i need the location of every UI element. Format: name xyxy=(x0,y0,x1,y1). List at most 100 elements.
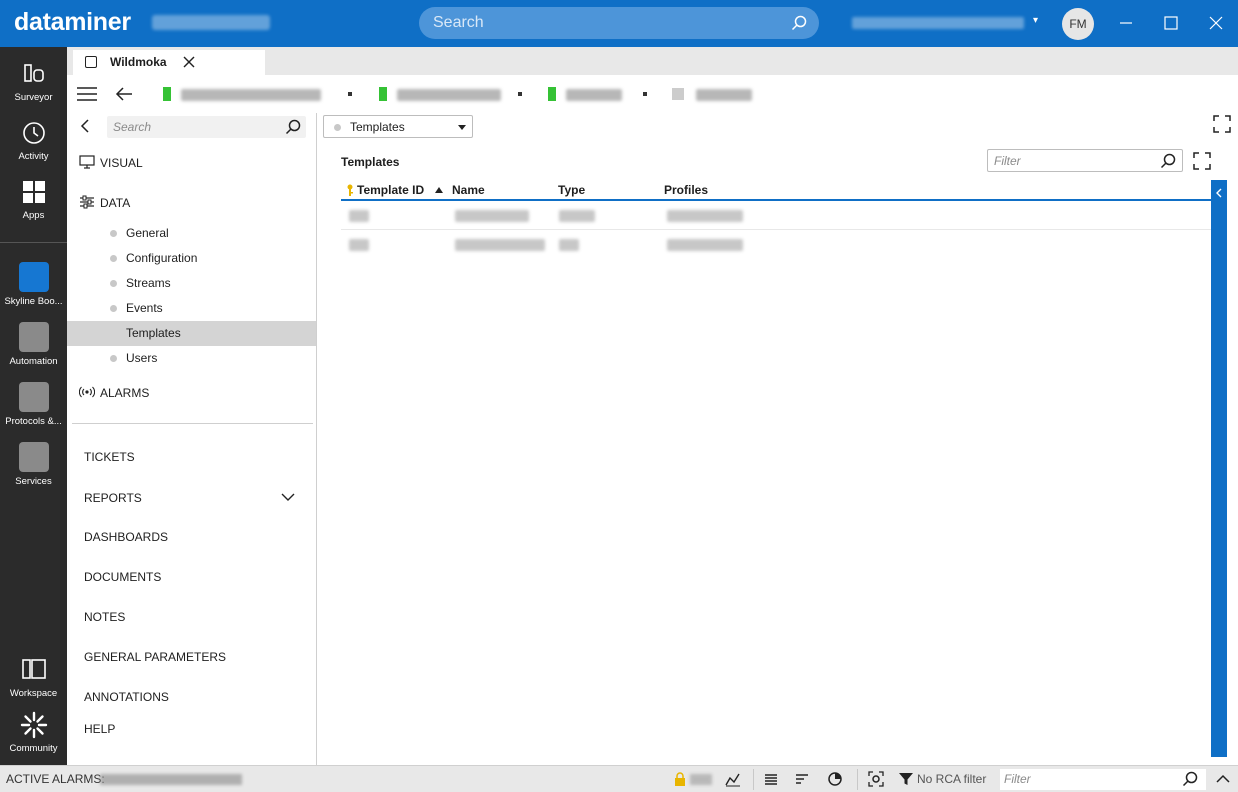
caret-down-icon xyxy=(458,125,466,130)
side-search[interactable] xyxy=(107,116,306,138)
module-tickets[interactable]: TICKETS xyxy=(84,450,135,464)
rail-item-surveyor[interactable]: Surveyor xyxy=(0,60,67,103)
breadcrumb-item[interactable] xyxy=(672,87,762,101)
module-general-parameters[interactable]: GENERAL PARAMETERS xyxy=(84,650,226,664)
maximize-icon[interactable] xyxy=(1160,12,1182,34)
user-menu-caret-icon[interactable]: ▾ xyxy=(1033,15,1038,26)
data-item-configuration[interactable]: Configuration xyxy=(67,246,316,271)
bullet-icon xyxy=(110,230,117,237)
context-name-redacted xyxy=(152,15,270,30)
rail-item-workspace[interactable]: Workspace xyxy=(0,656,67,699)
side-search-input[interactable] xyxy=(113,119,273,135)
table-filter-input[interactable] xyxy=(994,153,1154,169)
search-icon[interactable] xyxy=(285,119,301,135)
minimize-icon[interactable] xyxy=(1115,12,1137,34)
rail-item-protocols[interactable]: Protocols &... xyxy=(0,382,67,427)
collapsed-panel-handle[interactable] xyxy=(1211,180,1227,757)
rail-label: Workspace xyxy=(9,688,58,699)
services-icon xyxy=(18,442,49,472)
data-item-streams[interactable]: Streams xyxy=(67,271,316,296)
data-item-label: Events xyxy=(126,301,163,315)
rail-label: Automation xyxy=(9,356,58,367)
breadcrumb-text-redacted xyxy=(566,89,622,101)
section-label: ALARMS xyxy=(100,386,150,400)
rail-item-apps[interactable]: Apps xyxy=(0,178,67,221)
table-row[interactable] xyxy=(341,201,1211,230)
data-item-general[interactable]: General xyxy=(67,221,316,246)
rail-item-skyline-booking[interactable]: Skyline Boo... xyxy=(0,262,67,307)
rca-filter-label[interactable]: No RCA filter xyxy=(917,772,986,786)
user-name-redacted xyxy=(852,17,1024,29)
rail-label: Surveyor xyxy=(14,92,53,103)
tab-wildmoka[interactable]: Wildmoka xyxy=(73,50,265,75)
breadcrumb-separator-icon xyxy=(518,92,522,96)
search-icon[interactable] xyxy=(1160,153,1176,169)
data-item-templates[interactable]: Templates xyxy=(67,321,316,346)
module-notes[interactable]: NOTES xyxy=(84,610,125,624)
rail-item-automation[interactable]: Automation xyxy=(0,322,67,367)
rail-item-activity[interactable]: Activity xyxy=(0,119,67,162)
bullet-icon xyxy=(110,255,117,262)
rail-label: Services xyxy=(15,476,52,487)
rail-label: Apps xyxy=(22,210,45,221)
alarm-filter-input[interactable] xyxy=(1004,771,1174,787)
module-help[interactable]: HELP xyxy=(84,722,115,736)
list-view-icon[interactable] xyxy=(763,771,779,787)
column-header-template-id[interactable]: Template ID xyxy=(344,183,443,197)
module-annotations[interactable]: ANNOTATIONS xyxy=(84,690,169,704)
rail-item-community[interactable]: Community xyxy=(0,711,67,754)
cell-redacted xyxy=(349,239,369,251)
fullscreen-icon[interactable] xyxy=(1213,115,1231,133)
column-header-type[interactable]: Type xyxy=(558,183,585,197)
breadcrumb-item[interactable] xyxy=(379,87,529,101)
data-item-events[interactable]: Events xyxy=(67,296,316,321)
rail-item-services[interactable]: Services xyxy=(0,442,67,487)
sliders-icon xyxy=(80,195,94,209)
cell-redacted xyxy=(559,239,579,251)
chevron-down-icon[interactable] xyxy=(280,491,296,503)
alarm-filter[interactable] xyxy=(1000,769,1206,790)
search-icon[interactable] xyxy=(791,15,807,31)
pie-chart-icon[interactable] xyxy=(827,771,843,787)
cell-redacted xyxy=(455,239,545,251)
column-header-label: Template ID xyxy=(357,183,425,197)
global-search-input[interactable] xyxy=(433,13,773,33)
breadcrumb-item[interactable] xyxy=(548,87,653,101)
focus-icon[interactable] xyxy=(868,771,884,787)
tab-label: Wildmoka xyxy=(110,55,167,69)
search-icon[interactable] xyxy=(1182,771,1198,787)
trend-icon[interactable] xyxy=(725,771,741,787)
sort-lines-icon[interactable] xyxy=(794,771,810,787)
lock-icon[interactable] xyxy=(672,771,688,787)
table-filter[interactable] xyxy=(987,149,1183,172)
back-arrow-icon[interactable] xyxy=(114,84,134,104)
active-alarms-label: ACTIVE ALARMS: xyxy=(6,772,105,786)
data-item-users[interactable]: Users xyxy=(67,346,316,371)
user-avatar[interactable]: FM xyxy=(1062,8,1094,40)
module-dashboards[interactable]: DASHBOARDS xyxy=(84,530,168,544)
module-documents[interactable]: DOCUMENTS xyxy=(84,570,161,584)
module-reports[interactable]: REPORTS xyxy=(84,491,142,505)
bullet-icon xyxy=(110,355,117,362)
column-header-profiles[interactable]: Profiles xyxy=(664,183,708,197)
hamburger-menu-icon[interactable] xyxy=(77,85,97,103)
filter-icon[interactable] xyxy=(898,771,914,787)
tab-checkbox-icon[interactable] xyxy=(85,56,97,68)
column-header-name[interactable]: Name xyxy=(452,183,485,197)
table-row[interactable] xyxy=(341,230,1211,259)
global-search[interactable] xyxy=(419,7,819,39)
fullscreen-table-icon[interactable] xyxy=(1193,152,1211,170)
bullet-icon xyxy=(110,305,117,312)
page-selector-dropdown[interactable]: Templates xyxy=(323,115,473,138)
close-icon[interactable] xyxy=(181,54,197,70)
lock-count-redacted xyxy=(690,774,712,785)
data-item-label: Templates xyxy=(126,326,181,340)
breadcrumb-item[interactable] xyxy=(163,87,363,101)
chevron-left-icon[interactable] xyxy=(79,119,93,133)
close-window-icon[interactable] xyxy=(1205,12,1227,34)
chevron-up-icon[interactable] xyxy=(1215,771,1231,787)
key-icon xyxy=(347,184,353,196)
app-logo: dataminer xyxy=(14,8,131,36)
status-led-icon xyxy=(548,87,556,101)
community-icon xyxy=(20,711,47,739)
